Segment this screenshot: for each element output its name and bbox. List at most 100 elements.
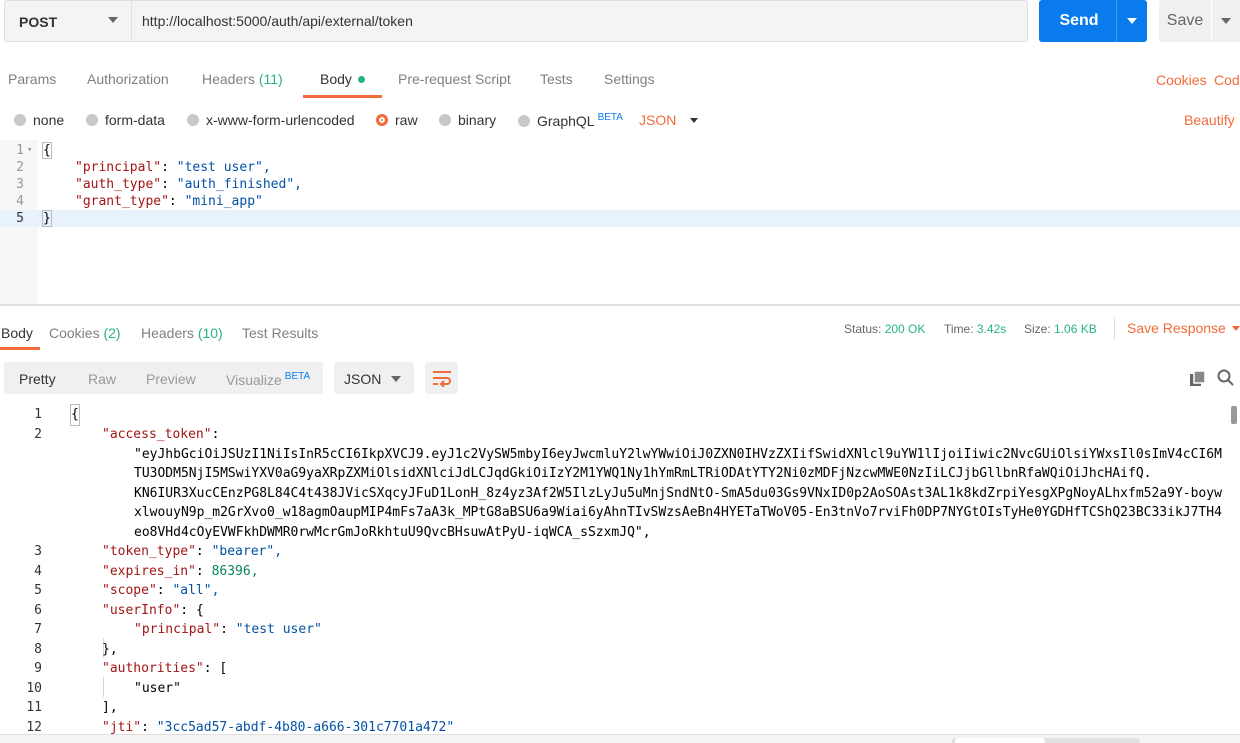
scrollbar-thumb[interactable] (1231, 406, 1237, 424)
radio-circle-icon (518, 115, 530, 127)
fold-arrow-icon[interactable]: ▾ (27, 142, 32, 159)
line-number: 7 (34, 622, 42, 637)
tab-tests[interactable]: Tests (540, 71, 573, 87)
code-line-wrapped: TU3ODM5NjI5MSwiYXV0aG9yaXRpZXMiOlsidXNlc… (0, 464, 1230, 484)
json-key: "principal" (75, 160, 162, 175)
resp-tab-body[interactable]: Body (1, 325, 33, 341)
radio-circle-icon (187, 114, 199, 126)
json-value: "auth_finished", (176, 177, 302, 192)
wrap-lines-button[interactable] (425, 362, 458, 394)
view-pretty[interactable]: Pretty (19, 371, 56, 387)
line-number: 9 (34, 661, 42, 676)
view-raw[interactable]: Raw (88, 371, 116, 387)
chevron-down-icon (1231, 326, 1240, 331)
tab-body[interactable]: Body (320, 71, 365, 87)
json-key: "authorities" (102, 661, 204, 676)
method-select[interactable]: POST (4, 0, 131, 42)
save-button[interactable]: Save (1159, 0, 1211, 42)
body-format-select[interactable]: JSON (639, 112, 699, 128)
view-mode-group: Pretty Raw Preview Visualize BETA (4, 362, 323, 394)
radio-graphql[interactable]: GraphQL BETA (518, 112, 623, 129)
response-format-label: JSON (344, 371, 382, 387)
line-number: 2 (16, 160, 24, 175)
line-number: 10 (26, 681, 42, 696)
view-visualize[interactable]: Visualize BETA (226, 371, 310, 388)
code-text: ], (102, 700, 118, 715)
resp-tab-cookies[interactable]: Cookies (2) (49, 325, 121, 341)
save-response-button[interactable]: Save Response (1127, 320, 1240, 336)
copy-icon[interactable] (1189, 370, 1206, 387)
status-footer (0, 734, 1240, 743)
line-number: 2 (34, 427, 42, 442)
url-input[interactable]: http://localhost:5000/auth/api/external/… (131, 0, 1028, 42)
tab-settings[interactable]: Settings (604, 71, 655, 87)
status-info: Status: 200 OK (844, 322, 925, 336)
tab-pre-request-script[interactable]: Pre-request Script (398, 71, 511, 87)
status-value: 200 OK (884, 322, 926, 336)
chevron-down-icon (690, 118, 699, 123)
tab-authorization[interactable]: Authorization (87, 71, 169, 87)
json-value: KN6IUR3XucCEnzPG8L84C4t438JVicSXqcyJFuD1… (134, 486, 1222, 501)
size-info: Size: 1.06 KB (1024, 322, 1097, 336)
radio-binary[interactable]: binary (439, 112, 496, 128)
json-value: "bearer", (211, 544, 283, 559)
code-line: 11 ], (0, 698, 1230, 718)
footer-toggle-active[interactable] (955, 738, 1045, 743)
cookies-link[interactable]: Cookies (1156, 72, 1207, 88)
response-body-viewer[interactable]: 1 { 2 "access_token": "eyJhbGciOiJSUzI1N… (0, 404, 1240, 734)
beautify-link[interactable]: Beautify (1184, 112, 1235, 128)
status-label: Status: (844, 322, 882, 336)
beta-badge: BETA (597, 112, 623, 123)
search-icon[interactable] (1217, 369, 1235, 387)
json-value: xlwouyN9p_m2GrXvo0_w18agmOaupMIP4mFs7aA3… (134, 505, 1222, 520)
code-text: "access_token": (102, 425, 219, 445)
save-options-chevron-icon[interactable] (1212, 0, 1240, 42)
code-line-wrapped: eo8VHd4cOyEVWFkhDWMR0rwMcrGmJoRkhtuU9Qvc… (0, 523, 1230, 543)
radio-urlencoded-label: x-www-form-urlencoded (206, 112, 355, 128)
code-line: 10 "user" (0, 679, 1230, 699)
json-value: "test user", (176, 160, 271, 175)
code-line: 4 "grant_type": "mini_app" (0, 193, 1240, 210)
chevron-down-icon (108, 17, 118, 23)
tab-headers-count: (11) (258, 71, 283, 87)
radio-binary-label: binary (458, 112, 497, 128)
send-button[interactable]: Send (1039, 0, 1119, 42)
pane-divider[interactable] (0, 304, 1240, 306)
tab-params[interactable]: Params (8, 71, 56, 87)
request-body-editor[interactable]: 1 ▾ { 2 "principal": "test user", 3 "aut… (0, 140, 1240, 304)
json-value: "3cc5ad57-abdf-4b80-a666-301c7701a472" (156, 720, 455, 734)
save-response-label: Save Response (1127, 320, 1226, 336)
line-number: 4 (34, 564, 42, 579)
line-number: 6 (34, 603, 42, 618)
request-bar: POST http://localhost:5000/auth/api/exte… (0, 0, 1240, 42)
view-preview[interactable]: Preview (146, 371, 196, 387)
radio-circle-icon (439, 114, 451, 126)
body-format-label: JSON (639, 112, 677, 128)
code-text: } (42, 210, 52, 227)
send-options-chevron-icon[interactable] (1116, 0, 1147, 42)
json-key: "access_token" (102, 427, 212, 442)
radio-raw-label: raw (395, 112, 418, 128)
line-number: 12 (26, 720, 42, 734)
code-link[interactable]: Code (1214, 72, 1240, 88)
json-value: eo8VHd4cOyEVWFkhDWMR0rwMcrGmJoRkhtuU9Qvc… (134, 525, 651, 540)
radio-urlencoded[interactable]: x-www-form-urlencoded (187, 112, 355, 128)
radio-raw[interactable]: raw (376, 112, 418, 128)
resp-tab-test-results[interactable]: Test Results (242, 325, 318, 341)
line-number: 1 (34, 407, 42, 422)
response-format-select[interactable]: JSON (334, 362, 414, 394)
radio-none[interactable]: none (14, 112, 64, 128)
code-line: 7 "principal": "test user" (0, 620, 1230, 640)
code-text: "userInfo": { (102, 603, 204, 618)
resp-tab-headers[interactable]: Headers (10) (141, 325, 223, 341)
code-text: }, (102, 642, 118, 657)
radio-form-data[interactable]: form-data (86, 112, 165, 128)
json-punct: { (195, 603, 204, 618)
size-value: 1.06 KB (1054, 322, 1097, 336)
radio-graphql-label: GraphQL (537, 113, 595, 129)
tab-headers[interactable]: Headers (11) (202, 71, 283, 87)
line-number: 5 (16, 211, 24, 226)
code-text: { (70, 404, 80, 426)
code-line-current: 5 } (0, 210, 1240, 227)
json-punct: [ (219, 661, 228, 676)
